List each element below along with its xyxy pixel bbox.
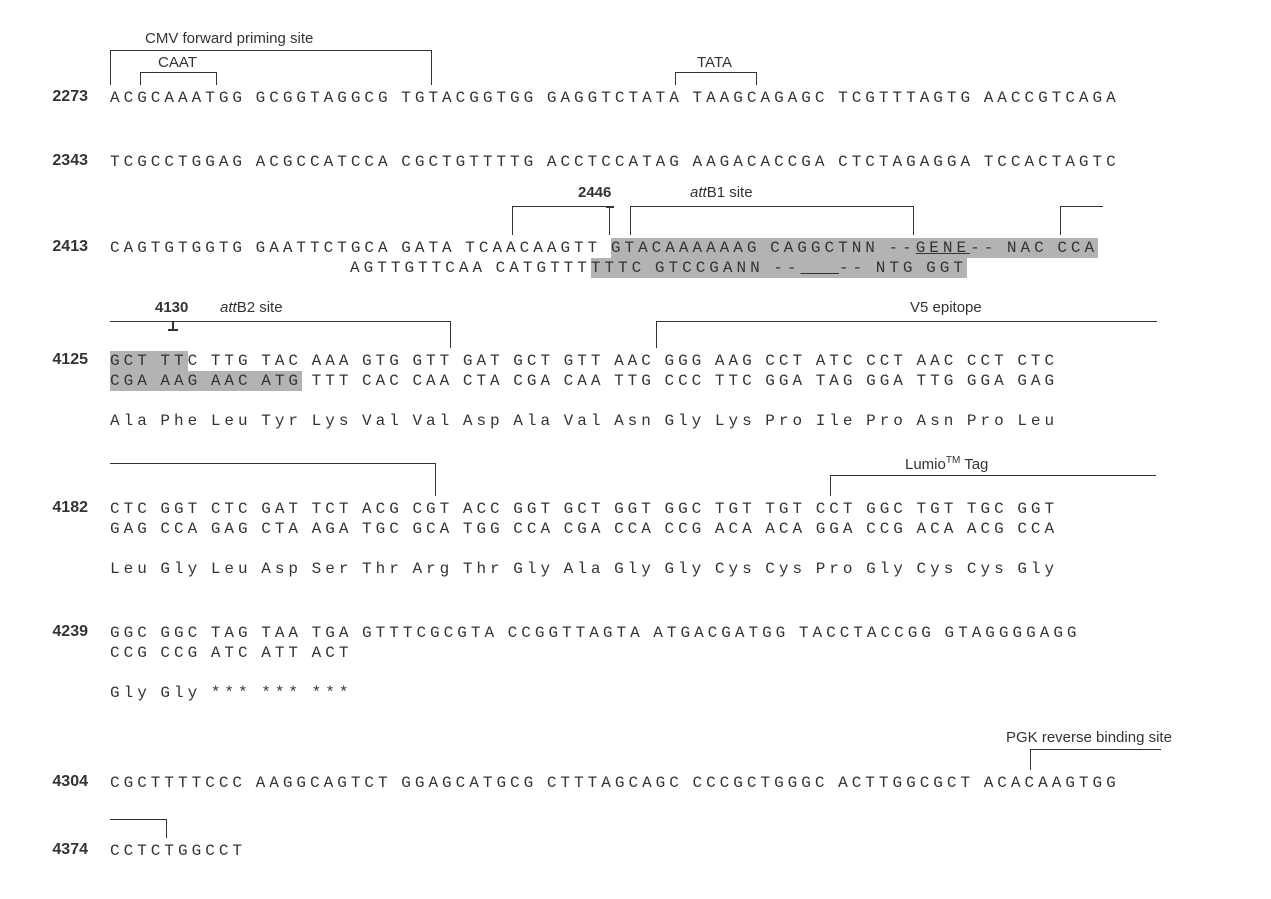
label-attb2: attB2 site: [220, 299, 283, 316]
seq-row-4125: 4125 GCT TTC TTG TAC AAA GTG GTT GAT GCT…: [10, 351, 1250, 431]
position-label: 4374: [10, 841, 88, 859]
sequence-text: CAGTGTGGTG GAATTCTGCA GATA TCAACAAGTT GT…: [110, 238, 1250, 278]
seq-row-4182: 4182 CTC GGT CTC GAT TCT ACG CGT ACC GGT…: [10, 499, 1250, 579]
seq-row-4239: 4239 GGC GGC TAG TAA TGA GTTTCGCGTA CCGG…: [10, 623, 1250, 703]
sequence-text: ACGCAAATGG GCGGTAGGCG TGTACGGTGG GAGGTCT…: [110, 88, 1250, 108]
seq-row-2273: 2273 ACGCAAATGG GCGGTAGGCG TGTACGGTGG GA…: [10, 88, 1250, 108]
label-tata: TATA: [697, 54, 732, 71]
position-label: 4239: [10, 623, 88, 641]
sequence-text: CCTCTGGCCT: [110, 841, 1250, 861]
sequence-text: GGC GGC TAG TAA TGA GTTTCGCGTA CCGGTTAGT…: [110, 623, 1250, 703]
bracket-v5-end: [110, 463, 436, 496]
sequence-text: CTC GGT CTC GAT TCT ACG CGT ACC GGT GCT …: [110, 499, 1250, 579]
bracket-pgk-end: [110, 819, 167, 838]
bracket-nac-half: [1060, 206, 1103, 235]
gene-placeholder: GENE: [916, 239, 970, 257]
seq-row-4304: 4304 CGCTTTTCCC AAGGCAGTCT GGAGCATGCG CT…: [10, 773, 1250, 793]
label-attb1: attB1 site: [690, 184, 753, 201]
seq-row-2343: 2343 TCGCCTGGAG ACGCCATCCA CGCTGTTTTG AC…: [10, 152, 1250, 172]
sequence-text: GCT TTC TTG TAC AAA GTG GTT GAT GCT GTT …: [110, 351, 1250, 431]
label-2446: 2446: [578, 184, 611, 201]
position-label: 2413: [10, 238, 88, 256]
bracket-caat: [140, 72, 217, 85]
label-pgk: PGK reverse binding site: [1006, 729, 1172, 746]
position-label: 4125: [10, 351, 88, 369]
label-lumio: LumioTM Tag: [905, 455, 988, 473]
label-4130: 4130: [155, 299, 188, 316]
label-v5: V5 epitope: [910, 299, 982, 316]
bracket-tata: [675, 72, 757, 85]
label-pro: Pro: [1115, 284, 1271, 301]
seq-row-2413: 2413 CAGTGTGGTG GAATTCTGCA GATA TCAACAAG…: [10, 238, 1250, 278]
sequence-text: TCGCCTGGAG ACGCCATCCA CGCTGTTTTG ACCTCCA…: [110, 152, 1250, 172]
position-label: 4304: [10, 773, 88, 791]
bracket-lumio: [830, 475, 1156, 496]
sequence-text: CGCTTTTCCC AAGGCAGTCT GGAGCATGCG CTTTAGC…: [110, 773, 1250, 793]
bracket-v5: [656, 321, 1157, 348]
bracket-pgk: [1030, 749, 1161, 770]
label-cmv: CMV forward priming site: [145, 30, 313, 47]
position-label: 2273: [10, 88, 88, 106]
bracket-2446-cut: [512, 206, 610, 235]
position-label: 4182: [10, 499, 88, 517]
label-caat: CAAT: [158, 54, 197, 71]
position-label: 2343: [10, 152, 88, 170]
bracket-4130: [110, 321, 451, 348]
sequence-map: CMV forward priming site CAAT TATA 2273 …: [10, 30, 1250, 861]
seq-row-4374: 4374 CCTCTGGCCT: [10, 841, 1250, 861]
bracket-attb1: [630, 206, 914, 235]
